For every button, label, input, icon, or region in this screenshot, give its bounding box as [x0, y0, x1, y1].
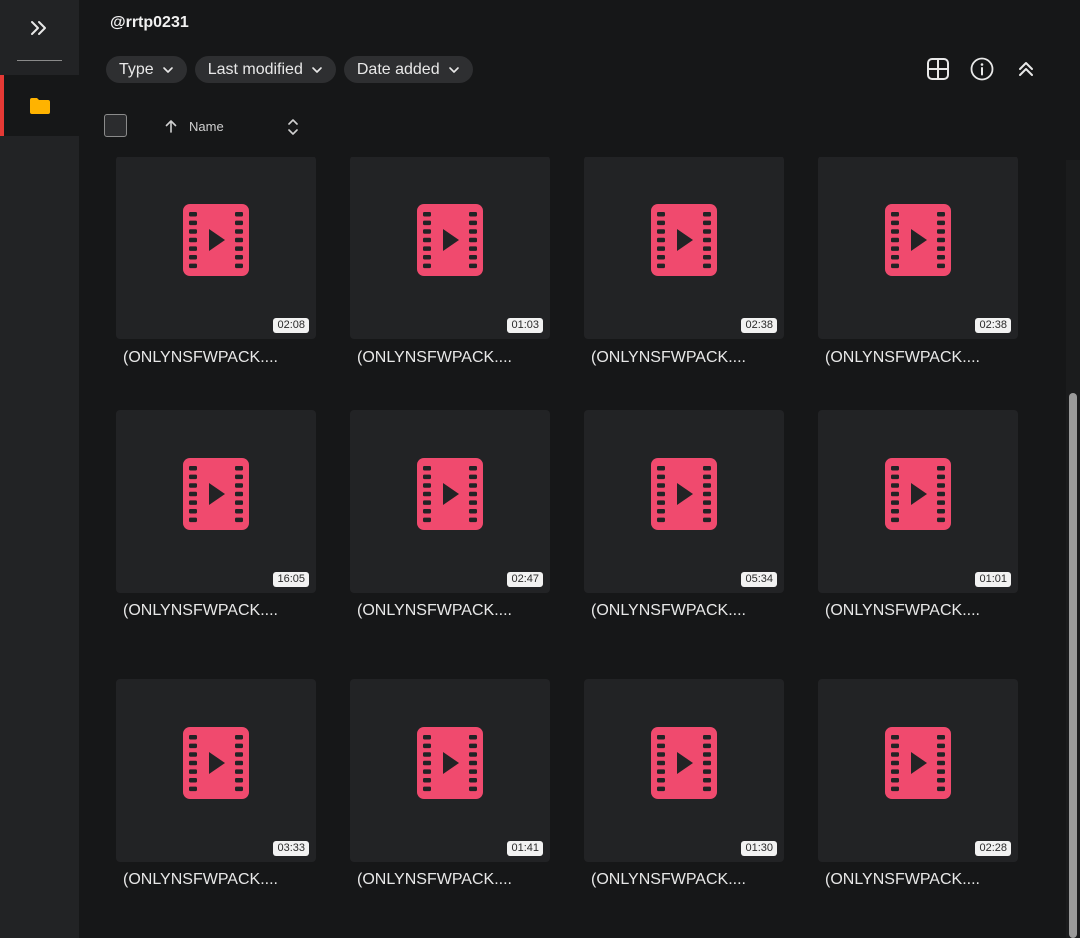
video-file-icon [417, 727, 483, 799]
video-file-icon [885, 204, 951, 276]
file-name[interactable]: (ONLYNSFWPACK.... [825, 349, 980, 367]
type-filter-dropdown[interactable]: Type [106, 56, 187, 83]
file-name[interactable]: (ONLYNSFWPACK.... [591, 349, 746, 367]
video-file-icon [183, 458, 249, 530]
file-name[interactable]: (ONLYNSFWPACK.... [123, 602, 278, 620]
file-card[interactable]: 16:05 (ONLYNSFWPACK.... [116, 410, 316, 640]
file-card[interactable]: 02:38 (ONLYNSFWPACK.... [818, 157, 1018, 387]
video-file-icon [183, 204, 249, 276]
duration-badge: 02:28 [975, 841, 1011, 856]
video-file-icon [885, 727, 951, 799]
file-name[interactable]: (ONLYNSFWPACK.... [591, 871, 746, 889]
file-name[interactable]: (ONLYNSFWPACK.... [357, 602, 512, 620]
chevron-down-icon [162, 66, 173, 73]
file-card[interactable]: 02:08 (ONLYNSFWPACK.... [116, 157, 316, 387]
collapse-button[interactable] [1014, 57, 1038, 81]
expand-sidebar-button[interactable] [17, 8, 61, 48]
file-thumbnail[interactable]: 02:38 [818, 157, 1018, 339]
file-card[interactable]: 02:28 (ONLYNSFWPACK.... [818, 679, 1018, 909]
video-file-icon [651, 204, 717, 276]
scrollbar-thumb[interactable] [1069, 393, 1077, 938]
grid-view-icon [927, 58, 949, 80]
file-name[interactable]: (ONLYNSFWPACK.... [591, 602, 746, 620]
double-chevron-up-icon [1019, 62, 1033, 76]
video-file-icon [651, 727, 717, 799]
file-card[interactable]: 03:33 (ONLYNSFWPACK.... [116, 679, 316, 909]
file-card[interactable]: 01:01 (ONLYNSFWPACK.... [818, 410, 1018, 640]
video-file-icon [885, 458, 951, 530]
file-card[interactable]: 01:41 (ONLYNSFWPACK.... [350, 679, 550, 909]
file-thumbnail[interactable]: 02:28 [818, 679, 1018, 862]
info-icon [970, 57, 994, 81]
duration-badge: 03:33 [273, 841, 309, 856]
file-thumbnail[interactable]: 01:03 [350, 157, 550, 339]
file-thumbnail[interactable]: 16:05 [116, 410, 316, 593]
last-modified-filter-label: Last modified [207, 60, 303, 78]
file-thumbnail[interactable]: 03:33 [116, 679, 316, 862]
chevron-down-icon [312, 66, 322, 73]
duration-badge: 05:34 [741, 572, 777, 587]
file-name[interactable]: (ONLYNSFWPACK.... [825, 602, 980, 620]
file-card[interactable]: 01:03 (ONLYNSFWPACK.... [350, 157, 550, 387]
duration-badge: 01:41 [507, 841, 543, 856]
filter-bar: Type Last modified Date added [106, 56, 473, 83]
folder-icon [29, 97, 50, 114]
date-added-filter-label: Date added [356, 60, 440, 78]
double-chevron-right-icon [31, 21, 46, 35]
duration-badge: 01:03 [507, 318, 543, 333]
file-thumbnail[interactable]: 02:38 [584, 157, 784, 339]
toolbar [926, 57, 1038, 81]
sidebar-divider [17, 60, 62, 61]
file-card[interactable]: 01:30 (ONLYNSFWPACK.... [584, 679, 784, 909]
duration-badge: 01:30 [741, 841, 777, 856]
select-all-checkbox[interactable] [104, 114, 127, 137]
chevron-down-icon [448, 66, 459, 73]
name-column-header[interactable]: Name [189, 119, 224, 134]
last-modified-filter-dropdown[interactable]: Last modified [194, 56, 336, 83]
duration-badge: 02:38 [741, 318, 777, 333]
sidebar-item-folder[interactable] [0, 75, 79, 136]
file-name[interactable]: (ONLYNSFWPACK.... [825, 871, 980, 889]
file-name[interactable]: (ONLYNSFWPACK.... [123, 349, 278, 367]
video-file-icon [651, 458, 717, 530]
page-title: @rrtp0231 [110, 14, 189, 31]
sidebar [0, 0, 79, 938]
file-name[interactable]: (ONLYNSFWPACK.... [357, 871, 512, 889]
info-button[interactable] [970, 57, 994, 81]
duration-badge: 16:05 [273, 572, 309, 587]
date-added-filter-dropdown[interactable]: Date added [343, 56, 473, 83]
video-file-icon [183, 727, 249, 799]
file-thumbnail[interactable]: 02:08 [116, 157, 316, 339]
grid-view-button[interactable] [926, 57, 950, 81]
duration-badge: 01:01 [975, 572, 1011, 587]
duration-badge: 02:38 [975, 318, 1011, 333]
duration-badge: 02:47 [507, 572, 543, 587]
duration-badge: 02:08 [273, 318, 309, 333]
file-thumbnail[interactable]: 01:41 [350, 679, 550, 862]
file-name[interactable]: (ONLYNSFWPACK.... [357, 349, 512, 367]
video-file-icon [417, 204, 483, 276]
file-thumbnail[interactable]: 01:30 [584, 679, 784, 862]
file-card[interactable]: 02:38 (ONLYNSFWPACK.... [584, 157, 784, 387]
sort-ascending-icon[interactable] [163, 118, 179, 134]
video-file-icon [417, 458, 483, 530]
sort-toggle-icon[interactable] [285, 117, 301, 137]
file-grid: 02:08 (ONLYNSFWPACK.... 01:03 (ONLYNSFWPACK… [116, 157, 1036, 938]
file-thumbnail[interactable]: 02:47 [350, 410, 550, 593]
type-filter-label: Type [119, 60, 154, 78]
file-thumbnail[interactable]: 01:01 [818, 410, 1018, 593]
file-thumbnail[interactable]: 05:34 [584, 410, 784, 593]
file-card[interactable]: 05:34 (ONLYNSFWPACK.... [584, 410, 784, 640]
file-name[interactable]: (ONLYNSFWPACK.... [123, 871, 278, 889]
file-card[interactable]: 02:47 (ONLYNSFWPACK.... [350, 410, 550, 640]
